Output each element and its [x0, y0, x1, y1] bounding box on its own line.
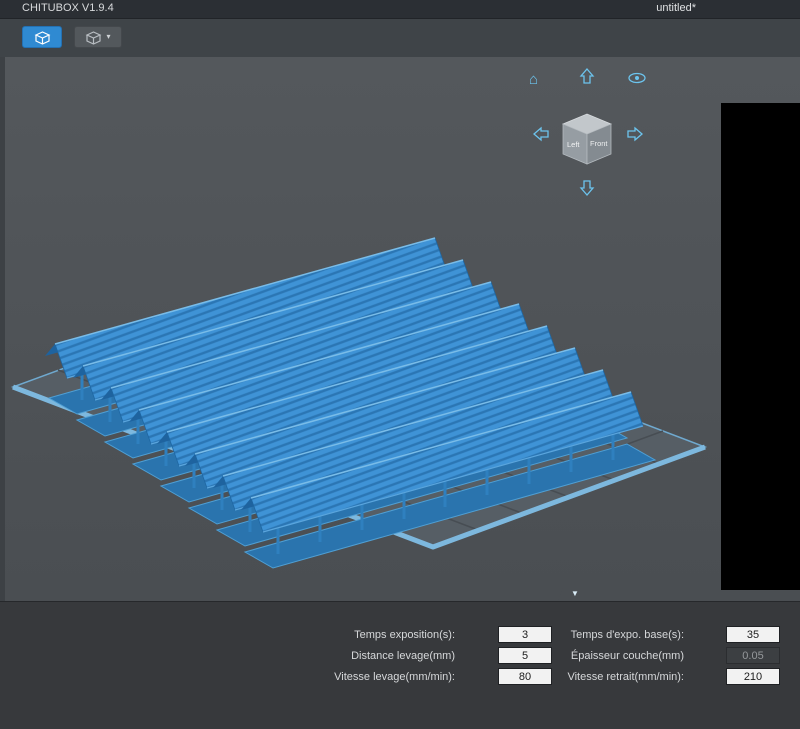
slice-settings-dropdown-button[interactable]: ▾ — [74, 26, 122, 48]
view-cube-left-label: Left — [567, 140, 580, 149]
exposure-time-label: Temps exposition(s): — [354, 628, 455, 641]
settings-row: Distance levage(mm) Épaisseur couche(mm) — [310, 645, 780, 666]
model-group[interactable] — [43, 236, 657, 570]
slice-preview-panel — [721, 103, 800, 590]
home-icon[interactable]: ⌂ — [529, 71, 538, 88]
settings-row: Temps exposition(s): Temps d'expo. base(… — [310, 624, 780, 645]
printer-box-icon — [86, 30, 102, 45]
lift-speed-label: Vitesse levage(mm/min): — [334, 670, 455, 683]
printer-box-icon — [34, 30, 50, 45]
viewport-3d[interactable]: ⌂ Left Front ▼ — [0, 57, 800, 601]
chevron-down-icon: ▼ — [571, 588, 579, 598]
retract-speed-input[interactable] — [726, 668, 780, 685]
chevron-down-icon: ▾ — [106, 32, 111, 41]
rotate-down-arrow-icon[interactable] — [579, 180, 595, 196]
lift-distance-input[interactable] — [498, 647, 552, 664]
layer-height-label: Épaisseur couche(mm) — [570, 649, 684, 662]
nav-cube-cluster: ⌂ Left Front — [529, 68, 646, 196]
slice-settings-button[interactable] — [22, 26, 62, 48]
view-cube[interactable]: Left Front — [561, 113, 613, 165]
chitubox-window: CHITUBOX V1.9.4 untitled* ▾ ⌂ Left Front… — [0, 0, 800, 729]
print-settings-panel: Temps exposition(s): Temps d'expo. base(… — [0, 601, 800, 729]
eye-icon[interactable] — [628, 72, 646, 84]
retract-speed-label: Vitesse retrait(mm/min): — [567, 670, 684, 683]
viewport-3d-scene[interactable] — [5, 57, 800, 601]
app-title: CHITUBOX V1.9.4 — [22, 2, 114, 14]
settings-row: Vitesse levage(mm/min): Vitesse retrait(… — [310, 666, 780, 687]
title-bar: CHITUBOX V1.9.4 untitled* — [0, 0, 800, 19]
rotate-left-arrow-icon[interactable] — [533, 126, 549, 142]
settings-collapse-handle[interactable]: ▼ — [558, 588, 592, 601]
lift-distance-label: Distance levage(mm) — [351, 649, 455, 662]
base-exposure-time-input[interactable] — [726, 626, 780, 643]
document-title: untitled* — [656, 2, 696, 14]
print-settings-grid: Temps exposition(s): Temps d'expo. base(… — [310, 624, 780, 687]
rotate-right-arrow-icon[interactable] — [627, 126, 643, 142]
layer-height-input — [726, 647, 780, 664]
rotate-up-arrow-icon[interactable] — [579, 68, 595, 84]
view-cube-front-label: Front — [590, 139, 608, 148]
toolbar: ▾ — [0, 19, 800, 58]
lift-speed-input[interactable] — [498, 668, 552, 685]
base-exposure-time-label: Temps d'expo. base(s): — [570, 628, 684, 641]
exposure-time-input[interactable] — [498, 626, 552, 643]
